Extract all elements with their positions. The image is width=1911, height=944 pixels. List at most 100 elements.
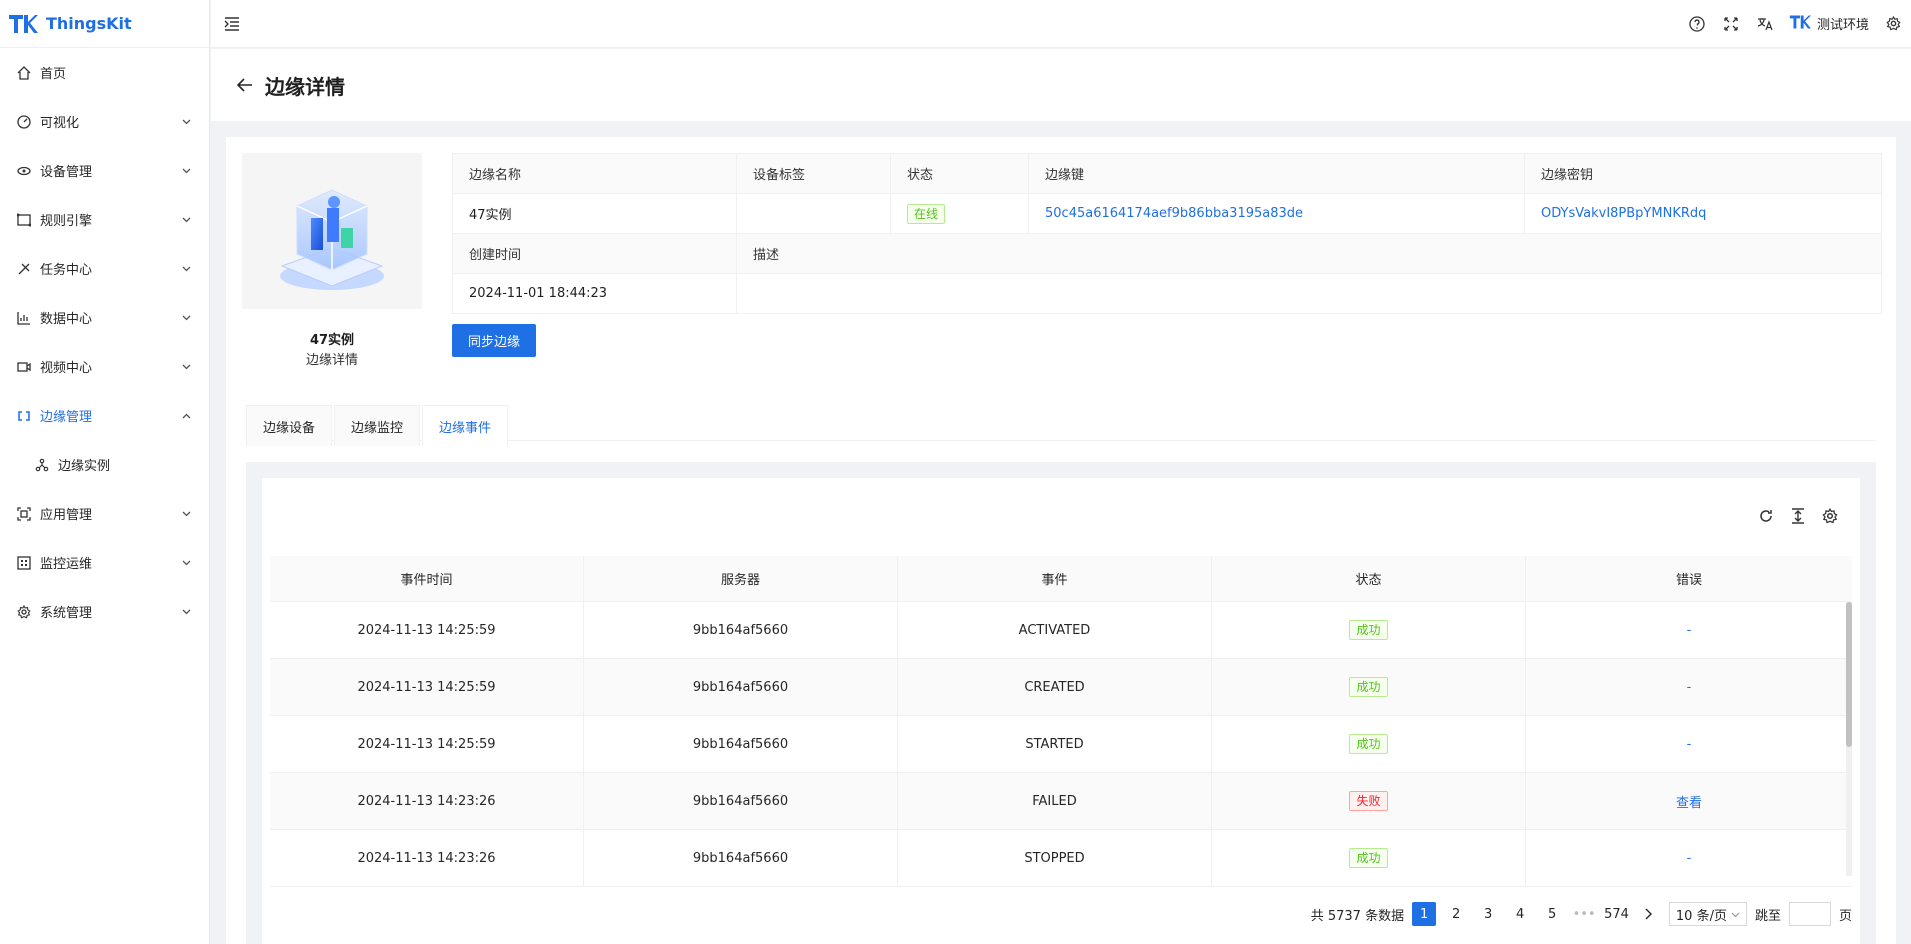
page-5[interactable]: 5 — [1540, 902, 1564, 926]
fullscreen-icon[interactable] — [1721, 14, 1741, 34]
sidebar-item-edge[interactable]: 边缘管理 — [0, 391, 209, 440]
sidebar-item-system[interactable]: 系统管理 — [0, 587, 209, 636]
settings-icon[interactable] — [1883, 14, 1903, 34]
table-toolbar — [1756, 506, 1840, 526]
error-value: - — [1686, 850, 1692, 866]
sidebar-item-rules[interactable]: 规则引擎 — [0, 195, 209, 244]
view-error-link[interactable]: 查看 — [1676, 792, 1702, 811]
cell-status: 成功 — [1212, 659, 1526, 715]
thingskit-env-icon — [1789, 14, 1811, 34]
page-header: 边缘详情 — [211, 49, 1911, 121]
events-card: 事件时间 服务器 事件 状态 错误 2024-11-13 14:25:59 9b… — [262, 478, 1860, 944]
chevron-down-icon — [181, 313, 191, 323]
cell-status: 成功 — [1212, 716, 1526, 772]
sync-edge-button[interactable]: 同步边缘 — [452, 324, 537, 357]
col-status[interactable]: 状态 — [1212, 556, 1526, 601]
page-3[interactable]: 3 — [1476, 902, 1500, 926]
edge-key-link[interactable]: 50c45a6164174aef9b86bba3195a83de — [1045, 206, 1303, 221]
sidebar-item-label: 设备管理 — [40, 165, 93, 180]
chevron-down-icon — [181, 607, 191, 617]
label-edge-key: 边缘键 — [1028, 153, 1525, 194]
label-device-tags: 设备标签 — [736, 153, 891, 194]
table-row: 2024-11-13 14:25:59 9bb164af5660 STARTED… — [270, 716, 1852, 773]
label-created-time: 创建时间 — [452, 233, 737, 274]
cell-event: ACTIVATED — [898, 602, 1212, 658]
jump-label: 跳至 — [1754, 908, 1781, 924]
logo[interactable]: ThingsKit — [0, 0, 209, 48]
sidebar-item-home[interactable]: 首页 — [0, 48, 209, 97]
page-1[interactable]: 1 — [1412, 902, 1437, 926]
chevron-down-icon — [181, 215, 191, 225]
scrollbar-thumb[interactable] — [1846, 602, 1852, 747]
tab-edge-devices[interactable]: 边缘设备 — [246, 405, 333, 446]
label-edge-secret: 边缘密钥 — [1524, 153, 1882, 194]
jump-page-input[interactable] — [1788, 902, 1831, 926]
cell-server: 9bb164af5660 — [584, 716, 898, 772]
tab-edge-events[interactable]: 边缘事件 — [422, 405, 509, 446]
col-event[interactable]: 事件 — [898, 556, 1212, 601]
gear-icon — [16, 604, 32, 620]
refresh-icon[interactable] — [1756, 506, 1776, 526]
thingskit-logo-icon — [8, 12, 38, 36]
page-last[interactable]: 574 — [1604, 902, 1629, 926]
status-badge: 成功 — [1349, 734, 1388, 754]
page-size-select[interactable]: 10 条/页 — [1668, 902, 1747, 926]
cell-server: 9bb164af5660 — [584, 602, 898, 658]
chevron-up-icon — [181, 411, 191, 421]
col-error[interactable]: 错误 — [1526, 556, 1852, 601]
column-height-icon[interactable] — [1788, 506, 1808, 526]
page-2[interactable]: 2 — [1444, 902, 1468, 926]
sidebar-item-apps[interactable]: 应用管理 — [0, 489, 209, 538]
page-ellipsis[interactable]: ••• — [1572, 902, 1596, 926]
status-badge: 在线 — [907, 203, 946, 224]
value-edge-secret: ODYsVakvI8PBpYMNKRdq — [1524, 193, 1882, 234]
help-icon[interactable] — [1687, 14, 1707, 34]
sidebar-item-monitor[interactable]: 监控运维 — [0, 538, 209, 587]
edge-icon — [16, 408, 32, 424]
table-row: 2024-11-13 14:25:59 9bb164af5660 ACTIVAT… — [270, 602, 1852, 659]
rule-icon — [16, 212, 32, 228]
menu-collapse-icon[interactable] — [221, 13, 243, 35]
col-event-time[interactable]: 事件时间 — [270, 556, 584, 601]
sidebar-item-label: 应用管理 — [40, 508, 93, 523]
status-badge: 成功 — [1349, 677, 1388, 697]
instance-subtitle: 边缘详情 — [305, 353, 358, 368]
cell-status: 失败 — [1212, 773, 1526, 829]
status-badge: 失败 — [1349, 791, 1388, 811]
next-page-icon[interactable] — [1637, 902, 1661, 926]
chevron-down-icon — [1731, 907, 1740, 922]
table-header: 事件时间 服务器 事件 状态 错误 — [270, 556, 1852, 602]
value-created-time: 2024-11-01 18:44:23 — [452, 273, 737, 314]
table-scrollbar[interactable] — [1846, 602, 1852, 876]
sidebar-item-label: 任务中心 — [40, 263, 93, 278]
label-status: 状态 — [890, 153, 1029, 194]
chevron-down-icon — [181, 166, 191, 176]
table-row: 2024-11-13 14:23:26 9bb164af5660 STOPPED… — [270, 830, 1852, 887]
pagination: 共 5737 条数据 1 2 3 4 5 ••• 574 10 条/页 跳至 页 — [1311, 902, 1852, 926]
tab-edge-monitor[interactable]: 边缘监控 — [334, 405, 421, 446]
edge-secret-link[interactable]: ODYsVakvI8PBpYMNKRdq — [1541, 206, 1706, 221]
back-arrow-icon[interactable] — [235, 75, 255, 95]
events-table: 事件时间 服务器 事件 状态 错误 2024-11-13 14:25:59 9b… — [270, 556, 1852, 887]
col-server[interactable]: 服务器 — [584, 556, 898, 601]
sidebar-item-device[interactable]: 设备管理 — [0, 146, 209, 195]
sidebar-menu: 首页 可视化 设备管理 规则引擎 任务中心 数据中心 视频中心 边缘管理 边缘实… — [0, 48, 209, 636]
sidebar-item-visualization[interactable]: 可视化 — [0, 97, 209, 146]
value-description — [736, 273, 1882, 314]
column-settings-icon[interactable] — [1820, 506, 1840, 526]
sidebar-item-video[interactable]: 视频中心 — [0, 342, 209, 391]
sidebar-item-edge-instance[interactable]: 边缘实例 — [0, 440, 209, 489]
value-edge-key: 50c45a6164174aef9b86bba3195a83de — [1028, 193, 1525, 234]
cell-status: 成功 — [1212, 602, 1526, 658]
cell-event: CREATED — [898, 659, 1212, 715]
cluster-icon — [34, 457, 50, 473]
cell-time: 2024-11-13 14:25:59 — [270, 716, 584, 772]
page-4[interactable]: 4 — [1508, 902, 1532, 926]
sidebar-item-data[interactable]: 数据中心 — [0, 293, 209, 342]
monitor-icon — [16, 555, 32, 571]
translate-icon[interactable] — [1755, 14, 1775, 34]
sidebar-item-tasks[interactable]: 任务中心 — [0, 244, 209, 293]
environment-switch[interactable]: 测试环境 — [1789, 14, 1869, 34]
cell-server: 9bb164af5660 — [584, 773, 898, 829]
cell-event: STOPPED — [898, 830, 1212, 886]
